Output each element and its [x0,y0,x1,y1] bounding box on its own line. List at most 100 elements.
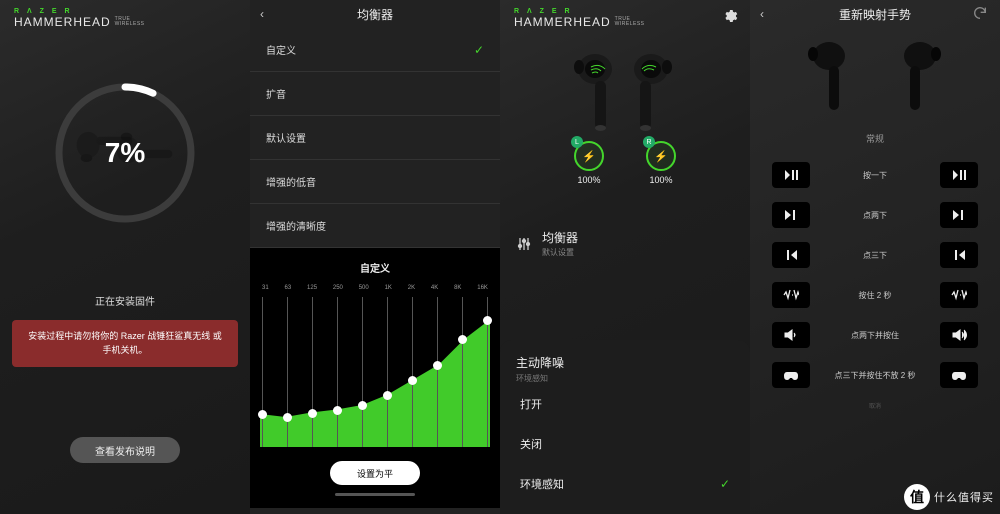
eq-option[interactable]: 默认设置 [250,116,500,160]
gesture-row: 点两下并按住 [750,315,1000,355]
eq-band-slider[interactable] [287,297,288,447]
warning-banner: 安装过程中请勿将你的 Razer 战锤狂鲨真无线 或手机关机。 [12,320,238,367]
anc-option[interactable]: 关闭 [516,424,734,464]
gesture-row: 按住 2 秒 [750,275,1000,315]
eq-knob[interactable] [283,413,292,422]
eq-band-slider[interactable] [387,297,388,447]
eq-chart-area: 自定义 31631252505001K2K4K8K16K 设置为平 [250,248,500,508]
gesture-label: 按住 2 秒 [810,290,940,301]
anc-toggle-button[interactable] [940,282,978,308]
footer-text[interactable]: 取消 [750,401,1000,410]
header-title: 均衡器 [357,6,393,23]
battery-right: R⚡ 100% [646,141,676,185]
anc-subtitle: 环境感知 [516,373,734,384]
next-track-button[interactable] [772,202,810,228]
anc-option[interactable]: 环境感知✓ [516,464,734,504]
back-icon[interactable]: ‹ [760,7,764,21]
play-pause-button[interactable] [772,162,810,188]
eq-knob[interactable] [258,410,267,419]
earbuds-visual [500,51,750,133]
watermark-text: 什么值得买 [934,489,994,505]
eq-band-slider[interactable] [312,297,313,447]
eq-option[interactable]: 扩音 [250,72,500,116]
refresh-icon[interactable] [972,5,988,24]
earbuds-visual [750,28,1000,114]
eq-band-slider[interactable] [437,297,438,447]
eq-section-subtitle: 默认设置 [542,247,578,258]
sliders-icon [516,237,532,251]
main-screen: R Λ Z E R HAMMERHEAD TRUE WIRELESS L⚡ 10… [500,0,750,514]
release-notes-button[interactable]: 查看发布说明 [70,437,180,463]
gesture-label: 点三下 [810,250,940,261]
eq-band-slider[interactable] [487,297,488,447]
eq-band-slider[interactable] [362,297,363,447]
header-title: 重新映射手势 [839,6,911,23]
back-icon[interactable]: ‹ [260,7,264,21]
eq-band-slider[interactable] [462,297,463,447]
eq-knob[interactable] [483,316,492,325]
right-earbud-icon [904,40,944,114]
gear-icon[interactable] [722,8,738,29]
eq-band-slider[interactable] [337,297,338,447]
tab-label[interactable]: 常规 [750,132,1000,145]
brand-logo: R Λ Z E R HAMMERHEAD TRUE WIRELESS [0,0,250,33]
anc-title: 主动降噪 [516,354,734,371]
game-mode-button[interactable] [940,362,978,388]
next-track-button[interactable] [940,202,978,228]
right-earbud-icon [633,51,677,133]
game-mode-button[interactable] [772,362,810,388]
reset-eq-button[interactable]: 设置为平 [330,461,420,485]
progress-ring: 7% [45,73,205,233]
battery-row: L⚡ 100% R⚡ 100% [500,141,750,185]
check-icon: ✓ [720,477,730,491]
brand-name: R Λ Z E R [14,8,236,15]
anc-sheet: 主动降噪 环境感知 打开关闭环境感知✓ [500,340,750,514]
eq-knob[interactable] [458,335,467,344]
battery-right-value: 100% [649,175,672,185]
status-text: 正在安装固件 [0,293,250,308]
eq-knob[interactable] [408,376,417,385]
watermark: 值 什么值得买 [904,484,994,510]
eq-knob[interactable] [383,391,392,400]
product-name: HAMMERHEAD TRUE WIRELESS [14,15,236,29]
header: ‹ 重新映射手势 [750,0,1000,28]
gesture-row: 点三下 [750,235,1000,275]
prev-track-button[interactable] [772,242,810,268]
progress-percent: 7% [45,73,205,233]
header: ‹ 均衡器 [250,0,500,28]
eq-knob[interactable] [308,409,317,418]
gesture-row: 点两下 [750,195,1000,235]
gesture-label: 按一下 [810,170,940,181]
eq-section[interactable]: 均衡器 默认设置 [500,219,750,268]
anc-option[interactable]: 打开 [516,384,734,424]
gesture-remap-screen: ‹ 重新映射手势 常规 按一下 点两下 点三下 按住 2 秒 点两下并按住 点三… [750,0,1000,514]
vol-up-button[interactable] [940,322,978,348]
watermark-icon: 值 [904,484,930,510]
gesture-label: 点两下 [810,210,940,221]
prev-track-button[interactable] [940,242,978,268]
firmware-update-screen: R Λ Z E R HAMMERHEAD TRUE WIRELESS 7% 正在… [0,0,250,514]
equalizer-screen: ‹ 均衡器 自定义✓扩音默认设置增强的低音增强的清晰度 自定义 31631252… [250,0,500,514]
vol-down-button[interactable] [772,322,810,348]
gesture-label: 点两下并按住 [810,330,940,341]
eq-knob[interactable] [358,401,367,410]
eq-option[interactable]: 自定义✓ [250,28,500,72]
gesture-row: 按一下 [750,155,1000,195]
eq-band-slider[interactable] [262,297,263,447]
left-earbud-icon [807,40,847,114]
eq-chart[interactable] [260,297,490,447]
battery-left-value: 100% [577,175,600,185]
eq-knob[interactable] [433,361,442,370]
eq-option[interactable]: 增强的清晰度 [250,204,500,248]
check-icon: ✓ [474,43,484,57]
play-pause-button[interactable] [940,162,978,188]
eq-subtitle: 自定义 [260,260,490,275]
eq-option[interactable]: 增强的低音 [250,160,500,204]
battery-left: L⚡ 100% [574,141,604,185]
eq-frequency-labels: 31631252505001K2K4K8K16K [260,285,490,291]
eq-knob[interactable] [333,406,342,415]
anc-toggle-button[interactable] [772,282,810,308]
bolt-icon: ⚡ [654,150,668,163]
home-indicator [335,493,415,496]
eq-band-slider[interactable] [412,297,413,447]
